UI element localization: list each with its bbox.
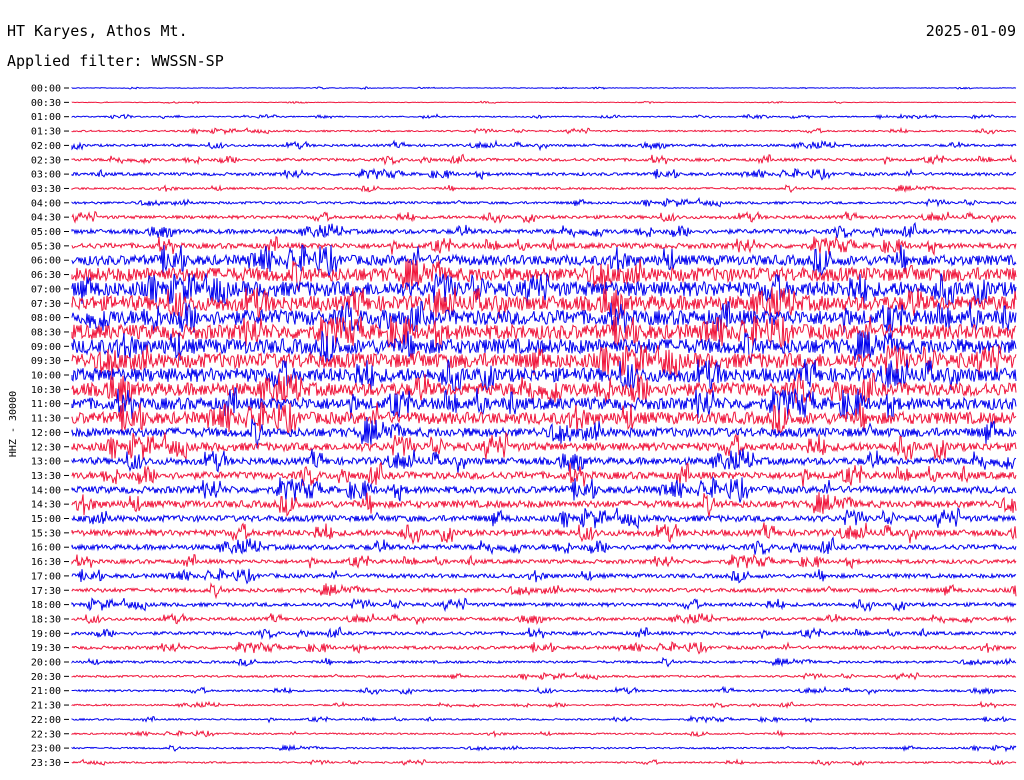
time-tick-label: 12:30	[31, 442, 61, 453]
seismic-trace	[71, 729, 1017, 739]
seismic-trace	[71, 626, 1017, 640]
time-tick-label: 20:00	[31, 658, 61, 669]
tick-group: 00:00 00:30 01:00 01:30 02:00 02:30 03:00 03:30…	[31, 84, 69, 769]
seismic-trace	[71, 714, 1017, 724]
seismic-trace	[71, 567, 1017, 585]
time-tick-label: 05:30	[31, 241, 61, 252]
time-tick-label: 13:00	[31, 457, 61, 468]
time-tick-label: 01:00	[31, 112, 61, 123]
time-tick-label: 14:30	[31, 500, 61, 511]
time-tick-label: 07:00	[31, 284, 61, 295]
seismic-trace	[71, 86, 1017, 90]
time-tick-label: 19:00	[31, 629, 61, 640]
seismic-trace	[71, 167, 1017, 181]
time-tick-label: 05:00	[31, 227, 61, 238]
channel-label: HHZ - 30000	[8, 391, 19, 457]
time-tick-label: 11:00	[31, 399, 61, 410]
time-tick-label: 21:30	[31, 701, 61, 712]
helicorder-plot: HHZ - 30000 00:00 00:30 01:00 01:30 02:00 02:…	[8, 84, 1017, 769]
seismic-trace	[71, 126, 1017, 136]
seismic-trace	[71, 235, 1017, 256]
seismic-trace	[71, 475, 1017, 503]
trace-group	[71, 86, 1017, 766]
seismic-trace	[71, 597, 1017, 613]
seismic-trace	[71, 113, 1017, 121]
seismic-trace	[71, 522, 1017, 545]
seismic-trace	[71, 184, 1017, 194]
time-tick-label: 09:00	[31, 342, 61, 353]
time-tick-label: 09:30	[31, 356, 61, 367]
time-tick-label: 04:00	[31, 198, 61, 209]
time-tick-label: 14:00	[31, 485, 61, 496]
time-tick-label: 17:30	[31, 586, 61, 597]
time-tick-label: 16:30	[31, 557, 61, 568]
time-tick-label: 00:00	[31, 84, 61, 95]
time-tick-label: 18:30	[31, 614, 61, 625]
time-tick-label: 06:00	[31, 256, 61, 267]
seismic-trace	[71, 492, 1017, 517]
time-tick-label: 08:00	[31, 313, 61, 324]
seismic-trace	[71, 656, 1017, 668]
seismic-trace	[71, 744, 1017, 753]
time-tick-label: 11:30	[31, 414, 61, 425]
time-tick-label: 02:00	[31, 141, 61, 152]
time-tick-label: 15:30	[31, 528, 61, 539]
seismic-trace	[71, 507, 1017, 530]
time-tick-label: 06:30	[31, 270, 61, 281]
seismic-trace	[71, 758, 1017, 766]
seismic-trace	[71, 641, 1017, 655]
seismic-trace	[71, 685, 1017, 696]
time-tick-label: 00:30	[31, 98, 61, 109]
seismic-trace	[71, 553, 1017, 570]
time-tick-label: 10:00	[31, 371, 61, 382]
seismic-trace	[71, 139, 1017, 152]
seismic-trace	[71, 671, 1017, 681]
seismic-trace	[71, 448, 1017, 474]
seismic-trace	[71, 612, 1017, 625]
time-tick-label: 18:00	[31, 600, 61, 611]
seismic-trace	[71, 197, 1017, 208]
seismic-trace	[71, 700, 1017, 710]
time-tick-label: 19:30	[31, 643, 61, 654]
time-tick-label: 15:00	[31, 514, 61, 525]
time-tick-label: 17:00	[31, 571, 61, 582]
time-tick-label: 08:30	[31, 327, 61, 338]
seismic-trace	[71, 210, 1017, 224]
seismic-trace	[71, 100, 1016, 105]
seismic-trace	[71, 582, 1017, 600]
seismic-trace	[71, 372, 1017, 406]
time-tick-label: 10:30	[31, 385, 61, 396]
time-tick-label: 23:30	[31, 758, 61, 769]
time-tick-label: 02:30	[31, 155, 61, 166]
time-tick-label: 12:00	[31, 428, 61, 439]
time-tick-label: 22:30	[31, 729, 61, 740]
seismic-trace	[71, 222, 1017, 239]
time-tick-label: 03:30	[31, 184, 61, 195]
time-tick-label: 20:30	[31, 672, 61, 683]
time-tick-label: 01:30	[31, 127, 61, 138]
seismic-trace	[71, 536, 1017, 556]
seismic-trace	[71, 153, 1017, 166]
time-tick-label: 04:30	[31, 213, 61, 224]
time-tick-label: 13:30	[31, 471, 61, 482]
time-tick-label: 03:00	[31, 170, 61, 181]
time-tick-label: 16:00	[31, 543, 61, 554]
time-tick-label: 07:30	[31, 299, 61, 310]
time-tick-label: 22:00	[31, 715, 61, 726]
time-tick-label: 21:00	[31, 686, 61, 697]
time-tick-label: 23:00	[31, 744, 61, 755]
